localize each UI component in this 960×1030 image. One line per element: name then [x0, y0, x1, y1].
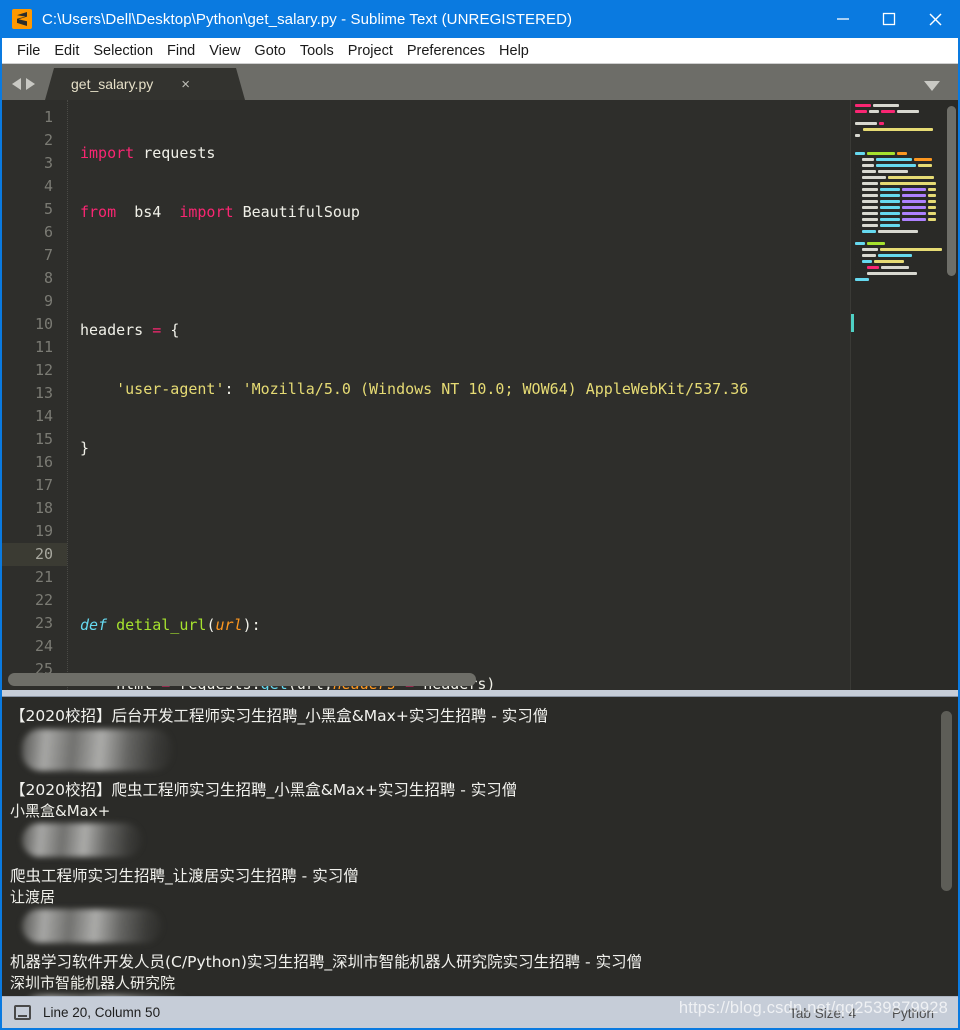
syntax-label[interactable]: Python	[892, 1006, 934, 1021]
line-number-gutter: 1 2 3 4 5 6 7 8 9 10 11 12 13 14 15 16 1…	[2, 100, 68, 690]
code-content[interactable]: import requests from bs4 import Beautifu…	[68, 100, 850, 690]
code-line-1: import requests	[80, 144, 216, 162]
redacted-block	[22, 823, 142, 857]
line-number: 19	[34, 522, 53, 540]
chevron-down-icon[interactable]	[924, 81, 940, 91]
line-number: 22	[34, 591, 53, 609]
output-title: 爬虫工程师实习生招聘_让渡居实习生招聘 - 实习僧	[10, 867, 359, 885]
window-controls	[820, 0, 958, 38]
editor-pane: 1 2 3 4 5 6 7 8 9 10 11 12 13 14 15 16 1…	[2, 100, 958, 690]
status-right-group: Tab Size: 4 Python	[789, 997, 958, 1029]
scrollbar-thumb[interactable]	[8, 673, 477, 686]
line-number: 13	[34, 384, 53, 402]
tab-label: get_salary.py	[71, 76, 154, 92]
minimap-scrollbar[interactable]	[947, 106, 956, 276]
line-number: 5	[43, 200, 53, 218]
window-title: C:\Users\Dell\Desktop\Python\get_salary.…	[42, 10, 573, 28]
panel-toggle-icon[interactable]	[14, 1005, 31, 1020]
output-content: 【2020校招】后台开发工程师实习生招聘_小黑盒&Max+实习生招聘 - 实习僧…	[2, 705, 958, 996]
menu-item-project[interactable]: Project	[341, 41, 400, 61]
line-number: 7	[43, 246, 53, 264]
line-number: 3	[43, 154, 53, 172]
output-title: 机器学习软件开发人员(C/Python)实习生招聘_深圳市智能机器人研究院实习生…	[10, 953, 643, 971]
cursor-position: Line 20, Column 50	[43, 1005, 161, 1020]
code-line-2: from bs4 import BeautifulSoup	[80, 203, 360, 221]
line-number: 12	[34, 361, 53, 379]
code-line-4: headers = {	[80, 321, 180, 339]
line-number: 2	[43, 131, 53, 149]
code-area[interactable]: 1 2 3 4 5 6 7 8 9 10 11 12 13 14 15 16 1…	[2, 100, 850, 690]
line-number: 17	[34, 476, 53, 494]
minimize-button[interactable]	[820, 0, 866, 38]
line-number: 21	[34, 568, 53, 586]
menu-item-selection[interactable]: Selection	[86, 41, 160, 61]
redacted-block	[22, 729, 172, 771]
code-line-9: def detial_url(url):	[80, 616, 261, 634]
scrollbar-thumb[interactable]	[941, 711, 952, 891]
tab-navigation	[2, 78, 45, 100]
output-company: 让渡居	[10, 888, 56, 906]
menu-item-file[interactable]: File	[10, 41, 47, 61]
arrow-left-icon[interactable]	[12, 78, 21, 90]
line-number: 18	[34, 499, 53, 517]
redacted-block	[22, 909, 162, 943]
sublime-text-icon	[12, 9, 32, 29]
line-number-active: 20	[2, 543, 67, 566]
menu-item-tools[interactable]: Tools	[293, 41, 341, 61]
sublime-text-window: C:\Users\Dell\Desktop\Python\get_salary.…	[0, 0, 960, 1030]
menu-item-goto[interactable]: Goto	[247, 41, 292, 61]
line-number: 16	[34, 453, 53, 471]
line-number: 23	[34, 614, 53, 632]
menu-item-edit[interactable]: Edit	[47, 41, 86, 61]
menu-bar: File Edit Selection Find View Goto Tools…	[2, 38, 958, 64]
output-company: 小黑盒&Max+	[10, 802, 111, 820]
line-number: 1	[43, 108, 53, 126]
line-number: 15	[34, 430, 53, 448]
code-line-6: }	[80, 439, 90, 457]
output-title: 【2020校招】爬虫工程师实习生招聘_小黑盒&Max+实习生招聘 - 实习僧	[10, 781, 518, 799]
minimap[interactable]	[850, 100, 958, 690]
output-title: 【2020校招】后台开发工程师实习生招聘_小黑盒&Max+实习生招聘 - 实习僧	[10, 707, 549, 725]
output-company: 深圳市智能机器人研究院	[10, 974, 176, 992]
minimap-cursor-marker	[851, 314, 854, 332]
menu-item-view[interactable]: View	[202, 41, 247, 61]
title-bar: C:\Users\Dell\Desktop\Python\get_salary.…	[2, 0, 958, 38]
line-number: 9	[43, 292, 53, 310]
minimap-content	[855, 104, 944, 284]
tab-size-label[interactable]: Tab Size: 4	[789, 1006, 856, 1021]
line-number: 6	[43, 223, 53, 241]
menu-item-find[interactable]: Find	[160, 41, 202, 61]
menu-item-help[interactable]: Help	[492, 41, 536, 61]
line-number: 4	[43, 177, 53, 195]
line-number: 11	[34, 338, 53, 356]
status-bar: Line 20, Column 50 Tab Size: 4 Python ht…	[2, 996, 958, 1028]
line-number: 10	[34, 315, 53, 333]
close-icon[interactable]: ×	[181, 77, 190, 92]
menu-item-preferences[interactable]: Preferences	[400, 41, 492, 61]
build-output-panel[interactable]: 【2020校招】后台开发工程师实习生招聘_小黑盒&Max+实习生招聘 - 实习僧…	[2, 696, 958, 996]
line-number: 8	[43, 269, 53, 287]
code-line-5: 'user-agent': 'Mozilla/5.0 (Windows NT 1…	[116, 380, 749, 398]
maximize-button[interactable]	[866, 0, 912, 38]
tab-get-salary-py[interactable]: get_salary.py ×	[45, 68, 245, 100]
line-number: 24	[34, 637, 53, 655]
arrow-right-icon[interactable]	[26, 78, 35, 90]
editor-horizontal-scrollbar[interactable]	[2, 673, 850, 686]
tab-bar: get_salary.py ×	[2, 64, 958, 100]
console-scrollbar[interactable]	[941, 705, 952, 988]
line-number: 14	[34, 407, 53, 425]
close-button[interactable]	[912, 0, 958, 38]
